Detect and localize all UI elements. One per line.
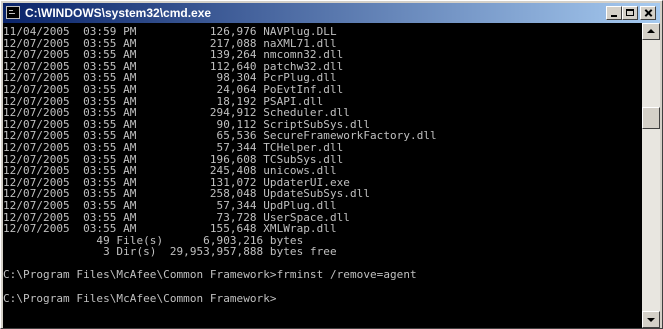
console-app-icon[interactable] (6, 6, 20, 19)
cmd-window: C:\WINDOWS\system32\cmd.exe 11/04/2005 0… (0, 0, 663, 329)
console-line: 12/07/2005 03:55 AM 155,648 XMLWrap.dll (3, 222, 337, 236)
console-line: 12/07/2005 03:55 AM 57,344 UpdPlug.dll (3, 198, 337, 212)
scrollbar-thumb[interactable] (642, 107, 660, 129)
scroll-up-button[interactable] (642, 23, 660, 40)
command-line: C:\Program Files\McAfee\Common Framework… (3, 268, 417, 282)
scroll-down-button[interactable] (642, 311, 660, 328)
console-line: 12/07/2005 03:55 AM 245,408 unicows.dll (3, 164, 337, 178)
window-title: C:\WINDOWS\system32\cmd.exe (25, 6, 212, 20)
console-line: 12/07/2005 03:55 AM 24,064 PoEvtInf.dll (3, 82, 344, 96)
prompt-line[interactable]: C:\Program Files\McAfee\Common Framework… (3, 293, 437, 305)
console-line: 12/07/2005 03:55 AM 57,344 TCHelper.dll (3, 140, 344, 154)
minimize-button[interactable] (606, 6, 622, 20)
summary-dirs-line: 3 Dir(s) 29,953,957,888 bytes free (3, 245, 337, 259)
arrow-down-icon (647, 318, 655, 322)
close-button[interactable] (640, 6, 656, 20)
arrow-up-icon (647, 29, 655, 33)
title-bar[interactable]: C:\WINDOWS\system32\cmd.exe (3, 3, 660, 23)
console-line: 11/04/2005 03:59 PM 126,976 NAVPlug.DLL (3, 25, 337, 38)
console-line: 12/07/2005 03:55 AM 294,912 Scheduler.dl… (3, 106, 350, 120)
console-lines: 11/04/2005 03:59 PM 126,976 NAVPlug.DLL … (3, 26, 437, 304)
maximize-button[interactable] (622, 6, 638, 20)
console-output[interactable]: 11/04/2005 03:59 PM 126,976 NAVPlug.DLL … (3, 23, 642, 328)
vertical-scrollbar[interactable] (642, 23, 660, 328)
